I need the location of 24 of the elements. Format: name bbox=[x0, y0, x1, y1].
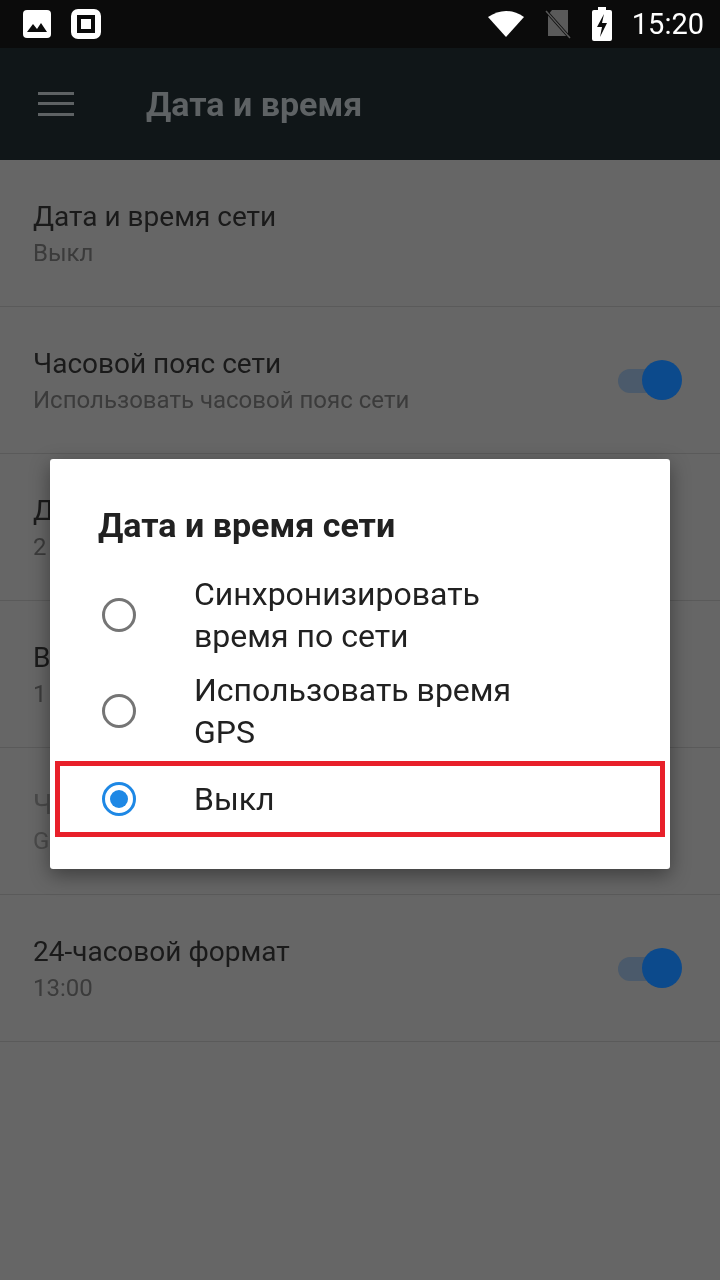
setting-title: Дата и время сети bbox=[33, 199, 277, 233]
square-icon bbox=[70, 8, 102, 40]
option-label: Выкл bbox=[194, 779, 276, 820]
highlighted-option[interactable]: Выкл bbox=[55, 761, 665, 837]
wifi-icon bbox=[487, 11, 524, 37]
clock-time: 15:20 bbox=[631, 7, 704, 41]
toggle-switch[interactable] bbox=[616, 359, 682, 401]
menu-icon[interactable] bbox=[38, 92, 74, 116]
option-label: Синхронизировать время по сети bbox=[194, 574, 481, 657]
toggle-switch[interactable] bbox=[616, 947, 682, 989]
no-sim-icon bbox=[543, 9, 572, 39]
radio-button[interactable] bbox=[102, 782, 136, 816]
setting-title: В bbox=[33, 640, 51, 674]
dialog-title: Дата и время сети bbox=[98, 505, 397, 545]
radio-button[interactable] bbox=[102, 598, 136, 632]
radio-option[interactable]: Синхронизировать время по сети bbox=[50, 567, 670, 663]
image-icon bbox=[22, 9, 52, 39]
radio-option[interactable]: Использовать время GPS bbox=[50, 663, 670, 759]
setting-title: 24-часовой формат bbox=[33, 934, 290, 968]
setting-title: Часовой пояс сети bbox=[33, 346, 283, 380]
option-label: Использовать время GPS bbox=[194, 670, 513, 753]
screen-title: Дата и время bbox=[146, 84, 363, 124]
radio-button[interactable] bbox=[102, 694, 136, 728]
battery-charging-icon bbox=[591, 7, 612, 41]
